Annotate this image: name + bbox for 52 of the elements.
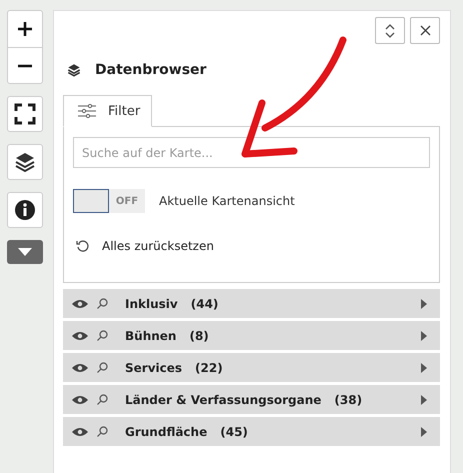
search-field[interactable]: Suche auf der Karte... bbox=[73, 137, 430, 168]
category-row[interactable]: Grundfläche (45) bbox=[63, 417, 440, 446]
category-count: (8) bbox=[189, 328, 209, 342]
sliders-icon bbox=[78, 104, 96, 118]
category-name: Inklusiv bbox=[125, 296, 178, 310]
zoom-search-icon bbox=[97, 298, 108, 309]
chevron-up-down-icon bbox=[385, 22, 395, 38]
category-count: (44) bbox=[190, 296, 218, 310]
close-icon bbox=[420, 25, 430, 36]
fullscreen-icon bbox=[14, 103, 36, 125]
caret-icon bbox=[18, 248, 32, 256]
eye-icon bbox=[72, 298, 88, 308]
zoom-search-icon bbox=[97, 330, 108, 341]
caret-icon[interactable] bbox=[420, 362, 428, 372]
category-name: Länder & Verfassungsorgane bbox=[125, 392, 322, 406]
eye-icon bbox=[72, 426, 88, 436]
category-count: (45) bbox=[220, 424, 248, 438]
panel-title: Datenbrowser bbox=[95, 62, 206, 78]
category-row[interactable]: Inklusiv (44) bbox=[63, 289, 440, 318]
eye-icon bbox=[72, 330, 88, 340]
zoom-search-icon bbox=[97, 426, 108, 437]
zoom-search-icon bbox=[97, 362, 108, 373]
category-row[interactable]: Länder & Verfassungsorgane (38) bbox=[63, 385, 440, 414]
category-row[interactable]: Services (22) bbox=[63, 353, 440, 382]
info-button[interactable] bbox=[7, 192, 43, 228]
layers-icon bbox=[67, 63, 81, 77]
category-name: Grundfläche bbox=[125, 424, 208, 438]
category-name: Services bbox=[125, 360, 182, 374]
caret-icon[interactable] bbox=[420, 330, 428, 340]
caret-icon[interactable] bbox=[420, 394, 428, 404]
filter-tab[interactable]: Filter bbox=[63, 95, 152, 127]
dropdown-button[interactable] bbox=[7, 240, 43, 264]
category-row[interactable]: Bühnen (8) bbox=[63, 321, 440, 350]
toggle-label: Aktuelle Kartenansicht bbox=[159, 194, 295, 208]
plus-icon bbox=[17, 21, 33, 37]
caret-icon[interactable] bbox=[420, 426, 428, 436]
caret-icon[interactable] bbox=[420, 298, 428, 308]
reset-icon bbox=[76, 239, 90, 253]
info-icon bbox=[14, 199, 36, 221]
layers-button[interactable] bbox=[7, 144, 43, 180]
reset-button[interactable]: Alles zurücksetzen bbox=[73, 239, 214, 253]
eye-icon bbox=[72, 394, 88, 404]
eye-icon bbox=[72, 362, 88, 372]
category-count: (22) bbox=[195, 360, 223, 374]
category-name: Bühnen bbox=[125, 328, 176, 342]
layers-icon bbox=[14, 151, 36, 173]
minus-icon bbox=[17, 64, 33, 68]
close-button[interactable] bbox=[410, 17, 440, 44]
collapse-button[interactable] bbox=[375, 17, 405, 44]
category-count: (38) bbox=[334, 392, 362, 406]
fullscreen-button[interactable] bbox=[7, 96, 43, 132]
zoom-search-icon bbox=[97, 394, 108, 405]
